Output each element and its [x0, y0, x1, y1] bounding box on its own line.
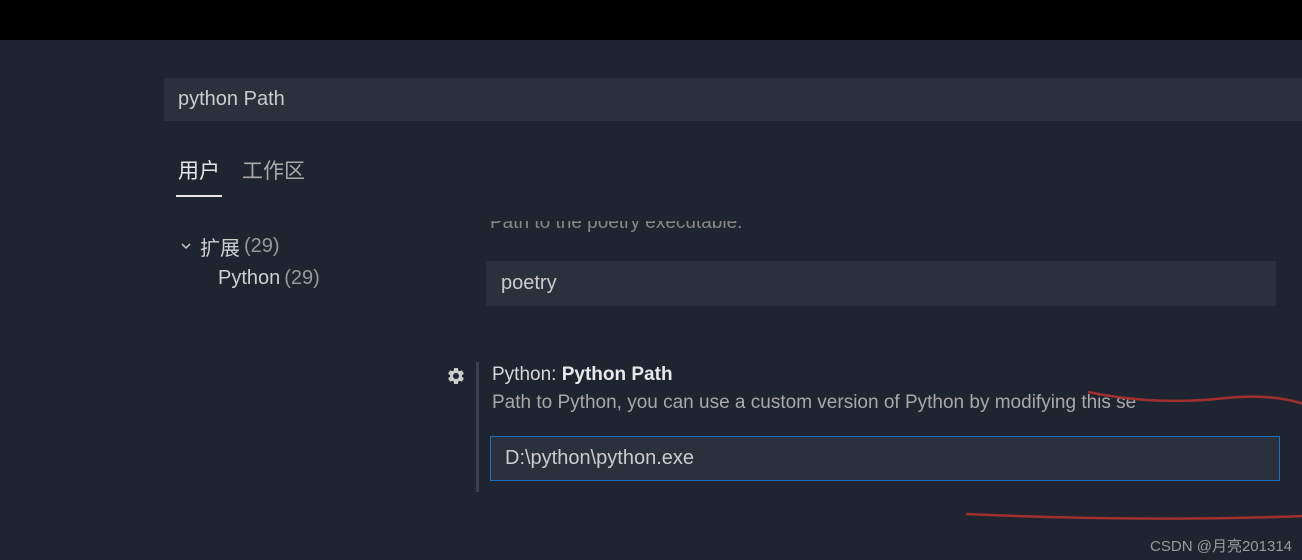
tree-item-python[interactable]: Python (29)	[180, 264, 480, 293]
settings-content: 扩展 (29) Python (29) Path to the poetry e…	[0, 197, 1302, 481]
setting-name: Python Path	[562, 364, 673, 385]
tab-workspace[interactable]: 工作区	[240, 149, 307, 197]
watermark: CSDN @月亮201314	[1150, 535, 1292, 556]
tree-label: Python	[218, 267, 280, 290]
tree-count: (29)	[244, 235, 280, 258]
poetry-desc: Path to the poetry executable.	[480, 221, 1302, 243]
tree-label: 扩展	[200, 232, 240, 261]
poetry-path-input[interactable]	[486, 261, 1276, 306]
settings-scope-tabs: 用户 工作区	[0, 121, 1302, 197]
setting-python-path: Python: Python Path Path to Python, you …	[480, 364, 1302, 481]
annotation-underline-2	[964, 500, 1302, 530]
settings-tree: 扩展 (29) Python (29)	[0, 229, 480, 481]
chevron-down-icon	[180, 239, 194, 255]
tree-item-extensions[interactable]: 扩展 (29)	[180, 229, 480, 264]
setting-desc: Path to Python, you can use a custom ver…	[482, 386, 1302, 414]
tree-count: (29)	[284, 267, 320, 290]
python-path-input[interactable]	[490, 436, 1280, 481]
gear-icon[interactable]	[446, 366, 466, 391]
settings-search-input[interactable]	[164, 78, 1302, 121]
setting-prefix: Python:	[492, 364, 556, 385]
poetry-input-wrap	[486, 261, 1302, 306]
python-path-input-wrap	[490, 436, 1302, 481]
title-bar	[0, 0, 1302, 40]
modified-indicator	[476, 362, 479, 492]
settings-search-wrap	[0, 40, 1302, 121]
settings-main: Path to the poetry executable. Python: P…	[480, 229, 1302, 481]
setting-title: Python: Python Path	[482, 364, 1302, 386]
tab-user[interactable]: 用户	[176, 149, 222, 197]
